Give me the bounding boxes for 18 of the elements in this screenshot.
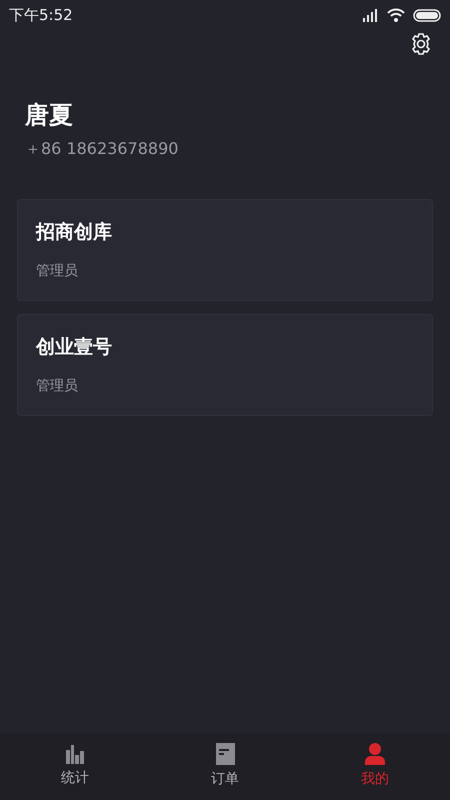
bar-chart-icon <box>65 744 85 764</box>
company-card[interactable]: 招商创库 管理员 <box>17 199 433 302</box>
company-name: 招商创库 <box>36 220 113 246</box>
document-icon <box>216 743 234 765</box>
company-name: 创业壹号 <box>36 335 113 360</box>
tab-button[interactable]: 统计 <box>0 733 150 800</box>
role-label: 管理员 <box>36 262 79 282</box>
tab-button[interactable]: 订单 <box>150 733 300 800</box>
wifi-icon <box>387 8 405 22</box>
settings-icon[interactable] <box>409 32 433 56</box>
company-card[interactable]: 创业壹号 管理员 <box>17 314 433 416</box>
person-icon <box>365 743 385 765</box>
signal-icon <box>361 8 379 22</box>
role-label: 管理员 <box>36 377 79 396</box>
phone-number: ＋86 18623678890 <box>25 138 180 160</box>
battery-icon <box>413 8 441 22</box>
user-name: 唐夏 <box>25 100 74 131</box>
status-time: 下午5:52 <box>9 4 73 26</box>
